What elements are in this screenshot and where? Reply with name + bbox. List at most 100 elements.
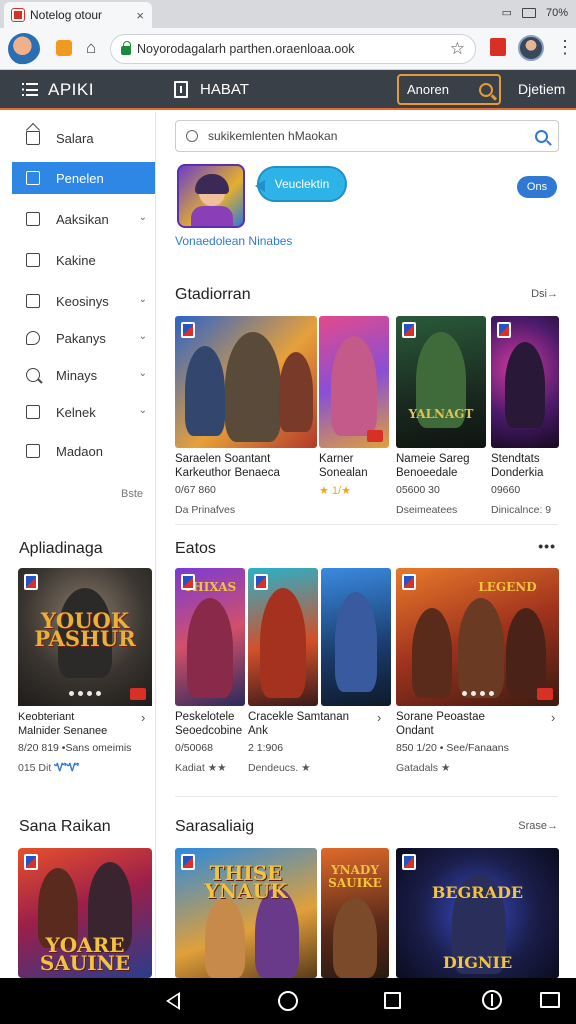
lock-icon xyxy=(121,41,131,55)
window-minimize-icon[interactable]: ▭ xyxy=(502,6,512,19)
sidebar-item-3[interactable]: Aaksikan ⌄ xyxy=(12,203,155,235)
menu-icon[interactable] xyxy=(22,83,38,96)
featured-caption[interactable]: Vonaedolean Ninabes xyxy=(175,234,292,248)
address-bar[interactable]: Noyorodagalarh parthen.oraenloaa.ook ☆ xyxy=(110,34,476,64)
back-icon[interactable] xyxy=(166,992,180,1010)
sidebar-item-home[interactable]: Salara xyxy=(12,122,155,154)
box-icon xyxy=(26,405,40,419)
featured-get-button[interactable]: Ons xyxy=(517,176,557,198)
header-nav-link[interactable]: HABAT xyxy=(200,81,249,98)
rotate-icon[interactable] xyxy=(482,990,502,1010)
browser-menu-icon[interactable]: ⋮ xyxy=(556,37,574,57)
sidebar-game-card-2[interactable]: YOARE SAUINE xyxy=(18,848,152,978)
game-sub: Kadiat ★★ xyxy=(175,762,227,774)
game-sub: Da Prinafves xyxy=(175,504,236,516)
sidebar-item-label: Aaksikan xyxy=(56,211,109,227)
game-name: Keobteriant Malnider Senanee xyxy=(18,711,108,737)
game-name: Karner Sonealan xyxy=(319,453,368,479)
game-sub: Dendeucs. ★ xyxy=(248,762,311,774)
home-icon[interactable]: ⌂ xyxy=(86,38,96,58)
recent-apps-icon[interactable] xyxy=(384,992,401,1009)
sidebar-item-9[interactable]: Madaon xyxy=(12,435,155,467)
home-circle-icon[interactable] xyxy=(278,991,298,1011)
bookmark-star-icon[interactable]: ☆ xyxy=(450,39,465,59)
game-art xyxy=(321,568,391,706)
game-card[interactable]: LEGEND Sorane Peoastae Ondant 850 1/20 •… xyxy=(396,568,559,774)
game-card[interactable]: THISE YNAUK xyxy=(175,848,317,978)
extension-red-icon[interactable] xyxy=(490,38,506,56)
search-input[interactable]: sukikemlenten hMaokan xyxy=(175,120,559,152)
section-title: Eatos xyxy=(175,540,216,557)
search-submit-icon[interactable] xyxy=(535,129,548,143)
keyboard-icon[interactable] xyxy=(540,992,560,1008)
chevron-right-icon[interactable]: › xyxy=(377,710,381,725)
publisher-badge-icon xyxy=(181,574,195,590)
sidebar-item-active[interactable]: Penelen xyxy=(12,162,155,194)
browser-tab[interactable]: Notelog otour × xyxy=(4,2,152,28)
sidebar-item-6[interactable]: Pakanys ⌄ xyxy=(12,322,155,354)
sidebar-item-4[interactable]: Kakine xyxy=(12,244,155,276)
featured-app-icon[interactable] xyxy=(177,164,245,228)
header-search-button[interactable]: Anoren xyxy=(397,74,501,105)
sidebar-item-5[interactable]: Keosinys ⌄ xyxy=(12,285,155,317)
app-title: APIKI xyxy=(48,80,94,99)
sidebar-item-8[interactable]: Kelnek ⌄ xyxy=(12,396,155,428)
sidebar-game-card[interactable]: YOUOK PASHUR Keobteriant Malnider Senane… xyxy=(18,568,152,775)
game-card[interactable]: BEGRADE DIGNIE xyxy=(396,848,559,978)
carousel-dots[interactable] xyxy=(69,691,101,696)
game-card[interactable]: YNADY SAUIKE xyxy=(321,848,389,978)
document-icon xyxy=(26,171,40,185)
sidebar-item-label: Salara xyxy=(56,130,94,146)
game-card[interactable]: Stendtats Donderkia 09660 Dinicalnce: 9 xyxy=(491,316,559,516)
section-see-all[interactable]: Srase→ xyxy=(518,820,558,832)
sidebar-item-label: Penelen xyxy=(56,170,104,186)
rating-badge-icon xyxy=(130,688,146,700)
sidebar-footer[interactable]: Bste xyxy=(121,488,143,500)
game-meta: 2 1:906 xyxy=(248,742,284,754)
game-art-title: YOARE SAUINE xyxy=(39,933,131,975)
more-options-icon[interactable]: ••• xyxy=(538,538,556,554)
game-card[interactable]: Saraelen Soantant Karkeuthor Benaeca 0/6… xyxy=(175,316,317,516)
battery-icon xyxy=(521,7,536,18)
sidebar-section-title: Apliadinaga xyxy=(19,540,103,557)
game-art: THISE YNAUK xyxy=(175,848,317,978)
publisher-badge-icon xyxy=(497,322,511,338)
game-art: YHIXAS xyxy=(175,568,245,706)
account-avatar[interactable] xyxy=(8,33,40,65)
game-name: Stendtats Donderkia xyxy=(491,453,544,479)
main-content: sukikemlenten hMaokan Veuclektin Vonaedo… xyxy=(157,112,576,978)
publisher-badge-icon xyxy=(24,854,38,870)
chevron-down-icon: ⌄ xyxy=(138,405,147,416)
game-rating: ★ 1/★ xyxy=(319,485,351,497)
carousel-dots[interactable] xyxy=(461,691,494,696)
game-art: YOARE SAUINE xyxy=(18,848,152,978)
page-icon xyxy=(26,253,40,267)
game-card[interactable]: YALNAGT Nameie Sareg Benoeedale 05600 30… xyxy=(396,316,486,516)
game-sub: Dseimeatees xyxy=(396,504,458,516)
url-text[interactable]: Noyorodagalarh parthen.oraenloaa.ook xyxy=(137,42,444,56)
game-meta: 0/67 860 xyxy=(175,484,216,496)
featured-bubble[interactable]: Veuclektin xyxy=(255,166,347,202)
battery-percent: 70% xyxy=(545,6,568,19)
game-card[interactable]: Cracekle Samtanan Ank 2 1:906 Dendeucs. … xyxy=(248,568,392,774)
sidebar-item-7[interactable]: Minays ⌄ xyxy=(12,359,155,391)
tab-close-icon[interactable]: × xyxy=(136,8,144,23)
game-art: YOUOK PASHUR xyxy=(18,568,152,706)
sidebar-section-title-2: Sana Raikan xyxy=(19,818,111,835)
publisher-badge-icon xyxy=(181,322,195,338)
info-icon[interactable] xyxy=(174,81,188,98)
extension-icon[interactable] xyxy=(56,40,72,56)
chat-icon xyxy=(26,331,40,345)
chevron-right-icon[interactable]: › xyxy=(141,710,145,725)
profile-avatar[interactable] xyxy=(518,35,544,61)
browser-tabstrip: Notelog otour × ▭ 70% xyxy=(0,0,576,28)
game-name: Nameie Sareg Benoeedale xyxy=(396,453,470,479)
game-card[interactable]: YHIXAS Peskelotele Seoedcobine 0/50068 K… xyxy=(175,568,245,774)
publisher-badge-icon xyxy=(181,854,195,870)
header-right-link[interactable]: Djetiem xyxy=(518,81,565,97)
chevron-right-icon[interactable]: › xyxy=(551,710,555,725)
header-search-label: Anoren xyxy=(407,82,449,97)
game-card[interactable]: Karner Sonealan ★ 1/★ xyxy=(319,316,389,497)
section-see-all[interactable]: Dsi→ xyxy=(531,288,558,300)
app-header: APIKI HABAT Anoren Djetiem xyxy=(0,70,576,110)
